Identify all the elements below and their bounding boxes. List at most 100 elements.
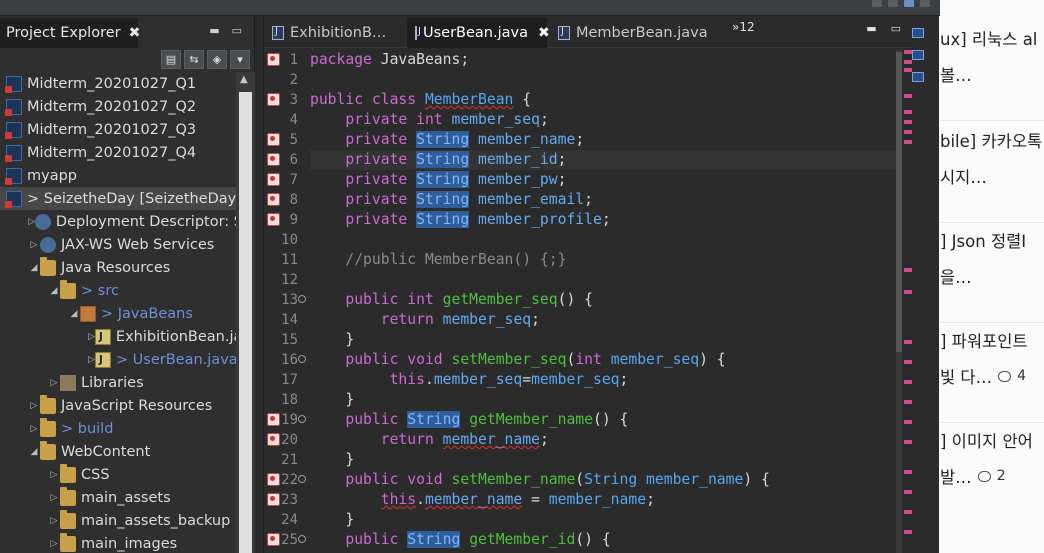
code-line[interactable]: private String member_name; <box>310 130 896 150</box>
tree-item[interactable]: > SeizetheDay [SeizetheDay m <box>0 187 236 210</box>
blog-post-item[interactable]: bile] 카카오톡 시지… <box>940 130 1044 188</box>
blog-post-item[interactable]: ] 파워포인트 빛 다… 4 <box>940 330 1044 388</box>
toolbar-button-icon[interactable] <box>920 0 930 7</box>
editor-tab[interactable]: ExhibitionB… <box>264 18 404 48</box>
blog-post-item[interactable]: ] Json 정렬I 을… <box>940 230 1044 288</box>
tree-item[interactable]: Midterm_20201027_Q2 <box>0 95 236 118</box>
annotation-marker[interactable] <box>904 268 912 272</box>
tree-item[interactable]: ▷ main_assets <box>0 486 236 509</box>
expand-arrow-icon[interactable]: ▷ <box>28 424 40 434</box>
tree-item[interactable]: ◢ > src <box>0 279 236 302</box>
maximize-icon[interactable]: ▭ <box>891 22 901 35</box>
code-line[interactable]: public String getMember_name() { <box>310 410 896 430</box>
code-line[interactable]: public class MemberBean { <box>310 90 896 110</box>
tree-item[interactable]: ◢ > JavaBeans <box>0 302 236 325</box>
minimize-icon[interactable]: ▬ <box>866 22 876 35</box>
tree-item[interactable]: ▷ JAX-WS Web Services <box>0 233 236 256</box>
code-line[interactable]: private int member_seq; <box>310 110 896 130</box>
tree-item[interactable]: ▷ CSS <box>0 463 236 486</box>
tree-item[interactable]: ▷ > build <box>0 417 236 440</box>
code-line[interactable]: private String member_id; <box>310 150 896 170</box>
annotation-marker[interactable] <box>904 290 912 294</box>
code-line[interactable]: public String getMember_id() { <box>310 530 896 550</box>
tree-item[interactable]: ▷ main_assets_backup <box>0 509 236 532</box>
annotation-marker[interactable] <box>904 130 912 134</box>
collapse-all-icon[interactable]: ▤ <box>161 50 181 69</box>
collapse-arrow-icon[interactable]: ◢ <box>28 263 40 273</box>
annotation-marker[interactable] <box>904 470 912 474</box>
tree-item[interactable]: ▷ Libraries <box>0 371 236 394</box>
editor-tab[interactable]: UserBean.java ✖ <box>407 18 550 48</box>
code-line[interactable] <box>310 270 896 290</box>
annotation-marker[interactable] <box>904 68 912 72</box>
tab-overflow-indicator[interactable]: »12 <box>732 20 755 34</box>
code-line[interactable]: public void setMember_name(String member… <box>310 470 896 490</box>
expand-arrow-icon[interactable]: ▷ <box>48 378 60 388</box>
expand-arrow-icon[interactable]: ▷ <box>48 493 60 503</box>
close-icon[interactable]: ✖ <box>129 25 141 41</box>
code-line[interactable]: //public MemberBean() {;} <box>310 250 896 270</box>
annotation-marker[interactable] <box>904 60 912 64</box>
scrollbar-thumb[interactable] <box>896 52 902 352</box>
expand-arrow-icon[interactable]: ▷ <box>48 516 60 526</box>
perspective-switcher[interactable] <box>872 0 930 8</box>
code-line[interactable]: public int getMember_seq() { <box>310 290 896 310</box>
blog-post-item[interactable]: ] 이미지 안어 발… 2 <box>940 430 1044 488</box>
code-line[interactable]: } <box>310 390 896 410</box>
task-list-icon[interactable] <box>912 50 924 60</box>
focus-icon[interactable]: ◈ <box>207 50 227 69</box>
tree-item[interactable]: Midterm_20201027_Q1 <box>0 72 236 95</box>
tree-item[interactable]: ▷ ExhibitionBean.java <box>0 325 236 348</box>
explorer-scrollbar[interactable]: ▲ <box>236 72 255 553</box>
code-line[interactable]: return member_seq; <box>310 310 896 330</box>
tree-item[interactable]: Midterm_20201027_Q3 <box>0 118 236 141</box>
java-ee-perspective-icon[interactable] <box>904 0 914 7</box>
error-marker-icon[interactable] <box>267 53 280 66</box>
collapse-arrow-icon[interactable]: ◢ <box>28 447 40 457</box>
expand-arrow-icon[interactable]: ▷ <box>28 401 40 411</box>
editor-tab[interactable]: MemberBean.java <box>550 18 725 48</box>
console-icon[interactable] <box>912 72 924 82</box>
code-line[interactable]: private String member_profile; <box>310 210 896 230</box>
error-marker-icon[interactable] <box>267 153 280 166</box>
collapse-arrow-icon[interactable]: ◢ <box>68 309 80 319</box>
code-line[interactable]: this.member_seq=member_seq; <box>310 370 896 390</box>
error-marker-icon[interactable] <box>267 193 280 206</box>
error-marker-icon[interactable] <box>267 473 280 486</box>
tree-item[interactable]: myapp <box>0 164 236 187</box>
expand-arrow-icon[interactable]: ▷ <box>48 539 60 549</box>
collapse-arrow-icon[interactable]: ◢ <box>48 286 60 296</box>
toolbar-button-icon[interactable] <box>888 0 898 7</box>
code-line[interactable]: } <box>310 330 896 350</box>
editor-scrollbar[interactable] <box>896 50 902 553</box>
project-explorer-tab[interactable]: Project Explorer ✖ <box>0 18 141 48</box>
error-marker-icon[interactable] <box>267 93 280 106</box>
annotation-marker[interactable] <box>904 380 912 384</box>
annotation-marker[interactable] <box>904 340 912 344</box>
tree-item[interactable]: ▷ JavaScript Resources <box>0 394 236 417</box>
outline-icon[interactable] <box>912 28 924 38</box>
tree-item[interactable]: ◢ WebContent <box>0 440 236 463</box>
fold-toggle-icon[interactable] <box>298 535 306 543</box>
maximize-icon[interactable]: ▭ <box>232 24 242 37</box>
annotation-marker[interactable] <box>904 140 912 144</box>
minimize-icon[interactable]: ▬ <box>209 24 219 37</box>
view-menu-icon[interactable]: ▾ <box>230 50 250 69</box>
code-line[interactable]: private String member_email; <box>310 190 896 210</box>
annotation-marker[interactable] <box>904 510 912 514</box>
code-line[interactable]: private String member_pw; <box>310 170 896 190</box>
code-line[interactable]: } <box>310 510 896 530</box>
error-marker-icon[interactable] <box>267 533 280 546</box>
expand-arrow-icon[interactable]: ▷ <box>28 240 40 250</box>
annotation-marker[interactable] <box>904 420 912 424</box>
tree-item[interactable]: ◢ Java Resources <box>0 256 236 279</box>
source-text[interactable]: package JavaBeans; public class MemberBea… <box>310 50 896 553</box>
tree-item[interactable]: ▷ > UserBean.java <box>0 348 236 371</box>
scroll-up-icon[interactable]: ▲ <box>240 74 248 85</box>
error-marker-icon[interactable] <box>267 433 280 446</box>
annotation-marker[interactable] <box>904 120 912 124</box>
error-marker-icon[interactable] <box>267 213 280 226</box>
error-marker-icon[interactable] <box>267 493 280 506</box>
fold-toggle-icon[interactable] <box>298 415 306 423</box>
error-marker-icon[interactable] <box>267 133 280 146</box>
